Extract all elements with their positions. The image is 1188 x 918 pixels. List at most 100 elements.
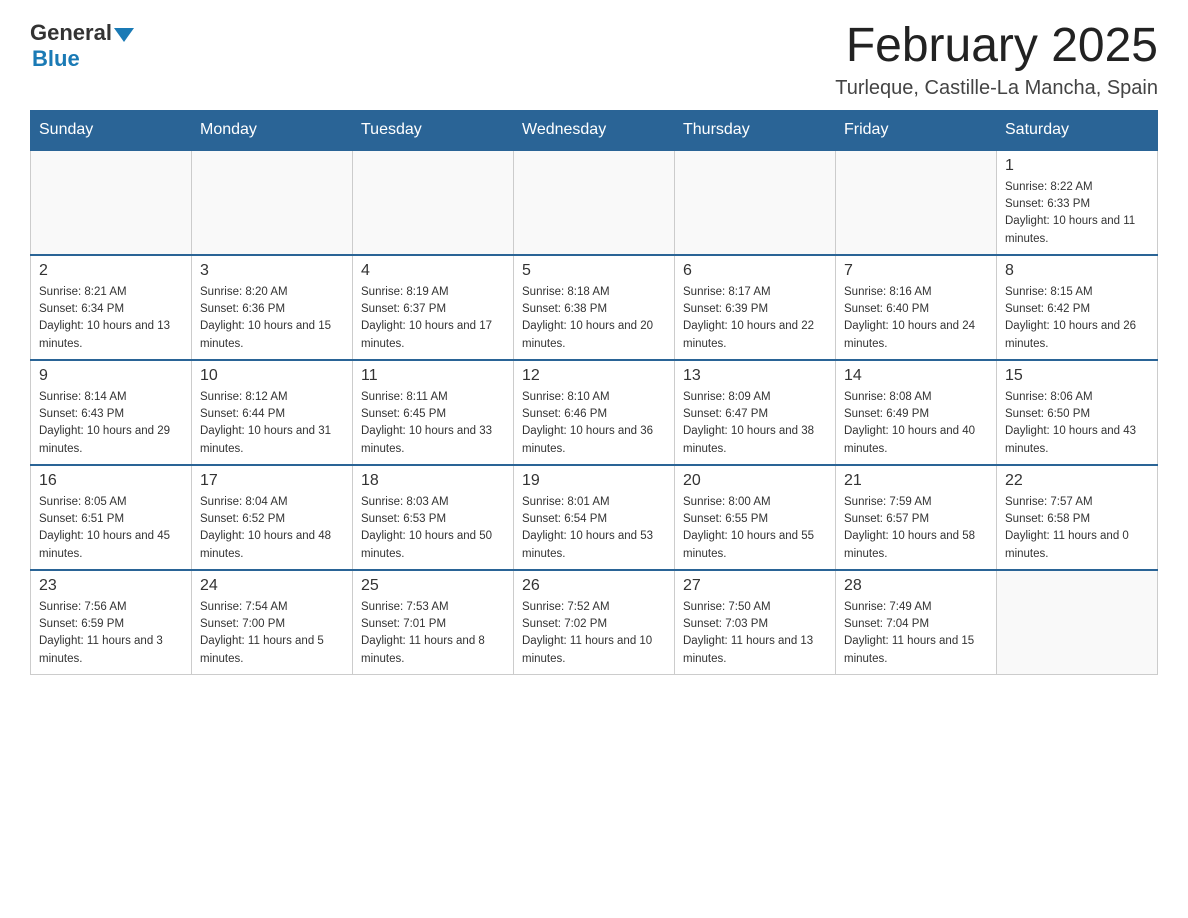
day-info: Sunrise: 8:03 AMSunset: 6:53 PMDaylight:…: [361, 494, 505, 563]
day-info: Sunrise: 8:20 AMSunset: 6:36 PMDaylight:…: [200, 284, 344, 353]
logo-text: General: [30, 20, 136, 46]
day-number: 8: [1005, 262, 1149, 280]
calendar-cell: 3 Sunrise: 8:20 AMSunset: 6:36 PMDaylight…: [192, 255, 353, 360]
day-info: Sunrise: 7:50 AMSunset: 7:03 PMDaylight:…: [683, 599, 827, 668]
calendar-cell: 11Sunrise: 8:11 AMSunset: 6:45 PMDayligh…: [353, 360, 514, 465]
day-number: 22: [1005, 472, 1149, 490]
day-info: Sunrise: 8:08 AMSunset: 6:49 PMDaylight:…: [844, 389, 988, 458]
calendar-cell: [997, 570, 1158, 675]
calendar-subtitle: Turleque, Castille-La Mancha, Spain: [835, 77, 1158, 100]
day-info: Sunrise: 8:04 AMSunset: 6:52 PMDaylight:…: [200, 494, 344, 563]
day-number: 18: [361, 472, 505, 490]
day-number: 4: [361, 262, 505, 280]
calendar-cell: [31, 150, 192, 255]
page-header: General Blue February 2025 Turleque, Cas…: [30, 20, 1158, 100]
day-info: Sunrise: 8:06 AMSunset: 6:50 PMDaylight:…: [1005, 389, 1149, 458]
day-number: 21: [844, 472, 988, 490]
calendar-cell: 21 Sunrise: 7:59 AMSunset: 6:57 PMDayligh…: [836, 465, 997, 570]
weekday-header-sunday: Sunday: [31, 110, 192, 150]
calendar-cell: 9 Sunrise: 8:14 AMSunset: 6:43 PMDaylight…: [31, 360, 192, 465]
calendar-week-3: 9 Sunrise: 8:14 AMSunset: 6:43 PMDaylight…: [31, 360, 1158, 465]
calendar-week-4: 16 Sunrise: 8:05 AMSunset: 6:51 PMDayligh…: [31, 465, 1158, 570]
calendar-cell: 16 Sunrise: 8:05 AMSunset: 6:51 PMDayligh…: [31, 465, 192, 570]
day-number: 5: [522, 262, 666, 280]
day-number: 13: [683, 367, 827, 385]
logo-blue: Blue: [32, 46, 80, 72]
calendar-cell: [836, 150, 997, 255]
day-number: 6: [683, 262, 827, 280]
calendar-cell: 5 Sunrise: 8:18 AMSunset: 6:38 PMDaylight…: [514, 255, 675, 360]
day-info: Sunrise: 8:05 AMSunset: 6:51 PMDaylight:…: [39, 494, 183, 563]
day-number: 17: [200, 472, 344, 490]
logo-general: General: [30, 20, 112, 46]
day-info: Sunrise: 7:52 AMSunset: 7:02 PMDaylight:…: [522, 599, 666, 668]
day-info: Sunrise: 8:18 AMSunset: 6:38 PMDaylight:…: [522, 284, 666, 353]
day-info: Sunrise: 7:59 AMSunset: 6:57 PMDaylight:…: [844, 494, 988, 563]
day-info: Sunrise: 8:00 AMSunset: 6:55 PMDaylight:…: [683, 494, 827, 563]
day-number: 9: [39, 367, 183, 385]
calendar-cell: 4 Sunrise: 8:19 AMSunset: 6:37 PMDaylight…: [353, 255, 514, 360]
day-number: 27: [683, 577, 827, 595]
calendar-cell: 24 Sunrise: 7:54 AMSunset: 7:00 PMDayligh…: [192, 570, 353, 675]
calendar-title: February 2025: [835, 20, 1158, 73]
day-number: 20: [683, 472, 827, 490]
calendar-table: SundayMondayTuesdayWednesdayThursdayFrid…: [30, 110, 1158, 675]
calendar-cell: 1 Sunrise: 8:22 AMSunset: 6:33 PMDaylight…: [997, 150, 1158, 255]
calendar-cell: 28 Sunrise: 7:49 AMSunset: 7:04 PMDayligh…: [836, 570, 997, 675]
day-number: 12: [522, 367, 666, 385]
calendar-cell: 12 Sunrise: 8:10 AMSunset: 6:46 PMDayligh…: [514, 360, 675, 465]
weekday-header-wednesday: Wednesday: [514, 110, 675, 150]
calendar-week-2: 2Sunrise: 8:21 AMSunset: 6:34 PMDaylight…: [31, 255, 1158, 360]
day-info: Sunrise: 8:10 AMSunset: 6:46 PMDaylight:…: [522, 389, 666, 458]
calendar-cell: 8 Sunrise: 8:15 AMSunset: 6:42 PMDaylight…: [997, 255, 1158, 360]
calendar-cell: 23Sunrise: 7:56 AMSunset: 6:59 PMDayligh…: [31, 570, 192, 675]
calendar-cell: 7 Sunrise: 8:16 AMSunset: 6:40 PMDaylight…: [836, 255, 997, 360]
day-info: Sunrise: 8:16 AMSunset: 6:40 PMDaylight:…: [844, 284, 988, 353]
calendar-body: 1 Sunrise: 8:22 AMSunset: 6:33 PMDaylight…: [31, 150, 1158, 675]
calendar-cell: 13 Sunrise: 8:09 AMSunset: 6:47 PMDayligh…: [675, 360, 836, 465]
calendar-cell: [353, 150, 514, 255]
weekday-header-tuesday: Tuesday: [353, 110, 514, 150]
day-info: Sunrise: 8:09 AMSunset: 6:47 PMDaylight:…: [683, 389, 827, 458]
day-number: 7: [844, 262, 988, 280]
day-info: Sunrise: 7:49 AMSunset: 7:04 PMDaylight:…: [844, 599, 988, 668]
day-info: Sunrise: 8:15 AMSunset: 6:42 PMDaylight:…: [1005, 284, 1149, 353]
calendar-cell: 10Sunrise: 8:12 AMSunset: 6:44 PMDayligh…: [192, 360, 353, 465]
day-number: 23: [39, 577, 183, 595]
day-number: 28: [844, 577, 988, 595]
calendar-cell: 15 Sunrise: 8:06 AMSunset: 6:50 PMDayligh…: [997, 360, 1158, 465]
weekday-header-friday: Friday: [836, 110, 997, 150]
calendar-cell: 14Sunrise: 8:08 AMSunset: 6:49 PMDayligh…: [836, 360, 997, 465]
calendar-header: SundayMondayTuesdayWednesdayThursdayFrid…: [31, 110, 1158, 150]
calendar-cell: 25Sunrise: 7:53 AMSunset: 7:01 PMDayligh…: [353, 570, 514, 675]
calendar-cell: [675, 150, 836, 255]
weekday-header-thursday: Thursday: [675, 110, 836, 150]
calendar-cell: 19Sunrise: 8:01 AMSunset: 6:54 PMDayligh…: [514, 465, 675, 570]
day-number: 16: [39, 472, 183, 490]
calendar-cell: 26 Sunrise: 7:52 AMSunset: 7:02 PMDayligh…: [514, 570, 675, 675]
day-number: 3: [200, 262, 344, 280]
day-number: 1: [1005, 157, 1149, 175]
day-info: Sunrise: 8:12 AMSunset: 6:44 PMDaylight:…: [200, 389, 344, 458]
day-info: Sunrise: 7:54 AMSunset: 7:00 PMDaylight:…: [200, 599, 344, 668]
day-number: 15: [1005, 367, 1149, 385]
calendar-week-5: 23Sunrise: 7:56 AMSunset: 6:59 PMDayligh…: [31, 570, 1158, 675]
calendar-cell: 27 Sunrise: 7:50 AMSunset: 7:03 PMDayligh…: [675, 570, 836, 675]
day-number: 24: [200, 577, 344, 595]
logo-arrow-icon: [114, 28, 134, 42]
calendar-cell: 2Sunrise: 8:21 AMSunset: 6:34 PMDaylight…: [31, 255, 192, 360]
weekday-header-row: SundayMondayTuesdayWednesdayThursdayFrid…: [31, 110, 1158, 150]
day-info: Sunrise: 8:19 AMSunset: 6:37 PMDaylight:…: [361, 284, 505, 353]
logo: General Blue: [30, 20, 136, 72]
day-info: Sunrise: 8:01 AMSunset: 6:54 PMDaylight:…: [522, 494, 666, 563]
calendar-cell: 17 Sunrise: 8:04 AMSunset: 6:52 PMDayligh…: [192, 465, 353, 570]
day-info: Sunrise: 8:14 AMSunset: 6:43 PMDaylight:…: [39, 389, 183, 458]
day-info: Sunrise: 8:22 AMSunset: 6:33 PMDaylight:…: [1005, 179, 1149, 248]
day-info: Sunrise: 8:11 AMSunset: 6:45 PMDaylight:…: [361, 389, 505, 458]
title-area: February 2025 Turleque, Castille-La Manc…: [835, 20, 1158, 100]
day-info: Sunrise: 8:21 AMSunset: 6:34 PMDaylight:…: [39, 284, 183, 353]
day-number: 26: [522, 577, 666, 595]
calendar-cell: [514, 150, 675, 255]
calendar-cell: [192, 150, 353, 255]
day-info: Sunrise: 7:53 AMSunset: 7:01 PMDaylight:…: [361, 599, 505, 668]
